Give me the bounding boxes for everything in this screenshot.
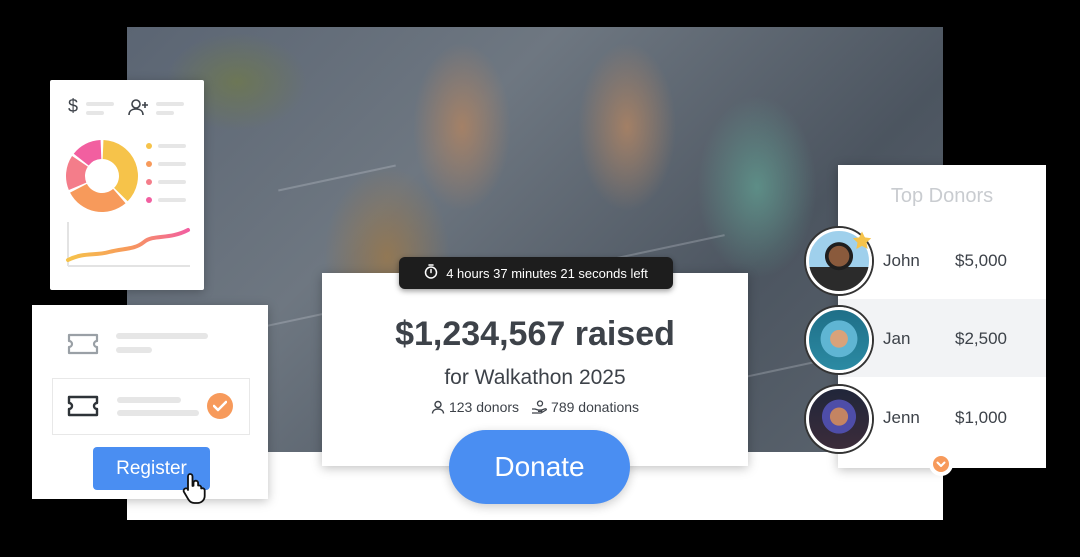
donors-count: 123 donors bbox=[448, 399, 520, 415]
donors-stat: 123 donors bbox=[431, 399, 519, 415]
legend-dot bbox=[146, 161, 152, 167]
chevron-down-icon[interactable] bbox=[929, 452, 953, 476]
avatar bbox=[806, 307, 872, 373]
ticket-option[interactable] bbox=[52, 319, 248, 374]
avatar bbox=[806, 386, 872, 452]
countdown-timer: 4 hours 37 minutes 21 seconds left bbox=[399, 257, 673, 289]
donation-hand-icon bbox=[531, 400, 547, 414]
star-icon bbox=[851, 230, 873, 257]
add-user-icon bbox=[128, 98, 150, 121]
register-label: Register bbox=[116, 457, 187, 479]
top-donors-title: Top Donors bbox=[890, 185, 994, 207]
checkmark-icon bbox=[207, 393, 233, 419]
amount-raised: $1,234,567 raised bbox=[395, 315, 675, 353]
stopwatch-icon bbox=[424, 264, 438, 282]
donor-amount: $2,500 bbox=[955, 329, 1007, 348]
donor-amount: $1,000 bbox=[955, 408, 1007, 427]
ticket-icon bbox=[67, 395, 99, 422]
donor-name: Jenn bbox=[883, 408, 920, 427]
legend-dot bbox=[146, 143, 152, 149]
donor-name: Jan bbox=[883, 329, 911, 348]
ticket-icon bbox=[67, 333, 99, 360]
registration-card: Register bbox=[32, 305, 268, 504]
donor-amount: $5,000 bbox=[955, 251, 1007, 270]
legend-dot bbox=[146, 179, 152, 185]
dollar-icon: $ bbox=[68, 96, 79, 116]
donate-label: Donate bbox=[494, 451, 585, 482]
trend-line-chart bbox=[66, 222, 190, 267]
donations-stat: 789 donations bbox=[531, 399, 639, 415]
legend-dot bbox=[146, 197, 152, 203]
donate-button[interactable]: Donate bbox=[449, 430, 630, 504]
countdown-text: 4 hours 37 minutes 21 seconds left bbox=[446, 265, 648, 281]
analytics-card: $ bbox=[50, 80, 204, 290]
event-name: for Walkathon 2025 bbox=[444, 366, 626, 389]
donut-chart bbox=[66, 140, 138, 212]
ticket-option-selected[interactable] bbox=[52, 378, 250, 435]
donations-count: 789 donations bbox=[551, 399, 640, 415]
campaign-stats: 123 donors 789 donations bbox=[322, 399, 748, 415]
hand-cursor-icon bbox=[181, 471, 211, 510]
donor-name: John bbox=[883, 251, 920, 270]
person-icon bbox=[431, 400, 445, 414]
